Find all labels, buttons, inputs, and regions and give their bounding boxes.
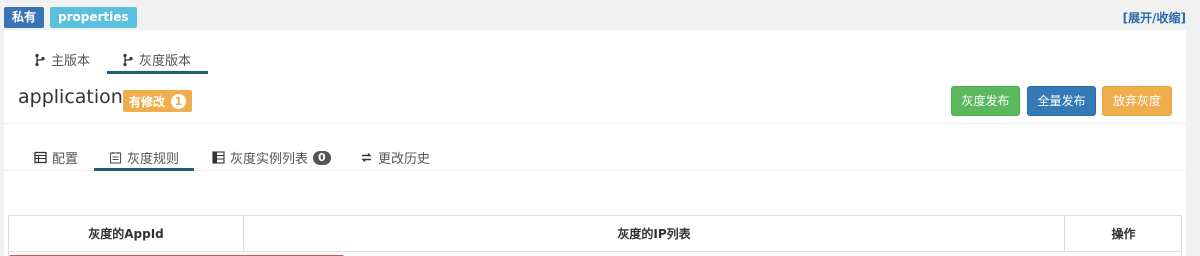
tab-gray-instances-label: 灰度实例列表 [230,152,309,167]
instance-count-badge: 0 [313,150,331,165]
table-icon [34,151,47,164]
modified-label: 有修改 [129,94,166,109]
namespace-title: application [18,86,123,108]
tab-config-label: 配置 [52,152,79,167]
expand-collapse-link[interactable]: [展开/收缩] [1123,9,1186,26]
version-tabs: 主版本 灰度版本 [4,30,1186,74]
column-header-ip-list: 灰度的IP列表 [244,216,1065,252]
modified-badge: 有修改 1 [123,90,193,112]
tab-main-version[interactable]: 主版本 [34,50,90,69]
branch-icon [34,53,46,67]
abandon-gray-button[interactable]: 放弃灰度 [1102,86,1172,116]
table-header-divider [9,251,1181,252]
full-release-button[interactable]: 全量发布 [1027,86,1096,116]
tab-gray-instances[interactable]: 灰度实例列表 0 [212,148,331,167]
sub-tabs: 配置 灰度规则 灰度实例列表 0 更改历史 [4,124,1186,171]
namespace-panel: 主版本 灰度版本 application 有修改 1 灰度发布 全量发布 放弃灰… [4,30,1186,256]
private-badge: 私有 [4,7,45,28]
gray-rules-table: 灰度的AppId 灰度的IP列表 操作 [8,215,1182,256]
tab-main-version-label: 主版本 [51,54,91,69]
namespace-header: application 有修改 1 灰度发布 全量发布 放弃灰度 [4,74,1186,124]
namespace-top-bar: 私有 properties [展开/收缩] [0,0,1200,32]
branch-icon [122,53,134,67]
tab-change-history-label: 更改历史 [378,152,431,167]
tab-gray-rules[interactable]: 灰度规则 [109,148,179,167]
column-header-actions: 操作 [1111,227,1136,241]
modified-count: 1 [171,93,187,109]
tab-gray-version[interactable]: 灰度版本 [122,50,191,69]
active-subtab-indicator [94,168,194,171]
column-header-appid: 灰度的AppId [9,216,244,252]
tab-config[interactable]: 配置 [34,148,78,167]
swap-icon [360,151,373,164]
list-icon [212,151,225,164]
calendar-icon [109,151,122,164]
gray-release-button[interactable]: 灰度发布 [951,86,1020,116]
tab-change-history[interactable]: 更改历史 [360,148,430,167]
tab-gray-rules-label: 灰度规则 [127,152,180,167]
tab-gray-version-label: 灰度版本 [139,54,192,69]
format-badge: properties [50,7,137,28]
